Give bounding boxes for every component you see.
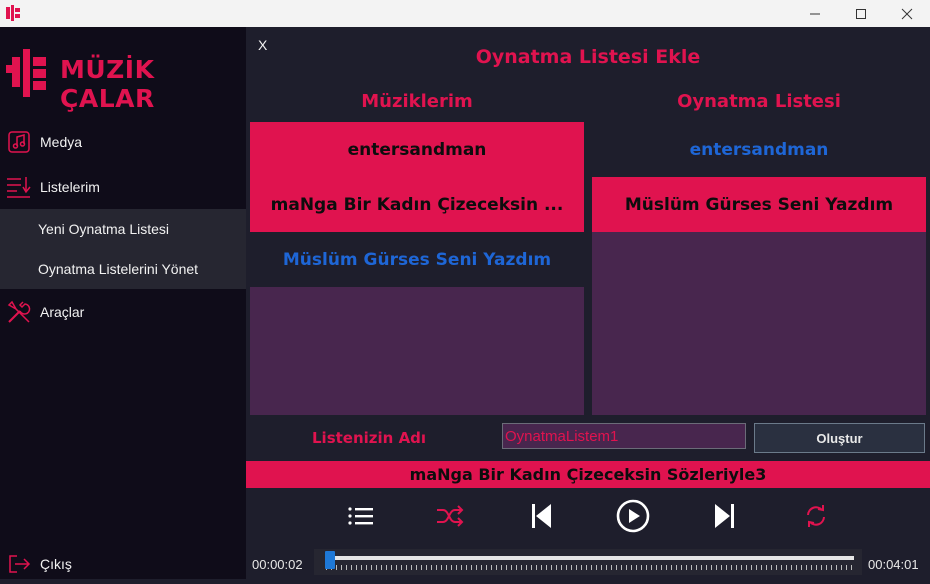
add-playlist-panel: X Oynatma Listesi Ekle Müziklerim Oynatm… [246,27,930,461]
panel-title: Oynatma Listesi Ekle [475,46,701,68]
list-item-title: Müslüm Gürses Seni Yazdım [624,194,894,215]
seek-ticks [326,565,854,570]
sidebar-item-listelerim[interactable]: Listelerim [0,167,246,207]
total-time: 00:04:01 [868,557,919,572]
sidebar-subitem-manage-playlists[interactable]: Oynatma Listelerini Yönet [0,249,246,289]
sidebar-subitem-label: Oynatma Listelerini Yönet [38,261,199,277]
sidebar-item-medya[interactable]: Medya [0,122,246,162]
playlist-heading: Oynatma Listesi [677,91,841,112]
sidebar-item-label: Listelerim [40,179,100,195]
list-icon [5,173,33,201]
list-item[interactable]: maNga Bir Kadın Çizeceksin ... [250,177,584,232]
logo-icon [6,49,46,97]
elapsed-time: 00:00:02 [252,557,303,572]
maximize-icon[interactable] [838,0,884,27]
list-item-title: Müslüm Gürses Seni Yazdım [282,249,552,270]
music-note-icon [5,128,33,156]
seek-thumb[interactable] [325,551,336,569]
now-playing-title: maNga Bir Kadın Çizeceksin Sözleriyle3 [246,461,930,488]
my-music-list[interactable]: entersandman maNga Bir Kadın Çizeceksin … [250,122,584,415]
create-button[interactable]: Oluştur [754,423,925,453]
list-item[interactable]: entersandman [250,122,584,177]
exit-label: Çıkış [40,556,72,572]
repeat-icon[interactable] [796,496,836,536]
playlist-name-input[interactable] [502,423,746,449]
previous-icon[interactable] [522,496,562,536]
sidebar: MÜZİK ÇALAR Medya Listelerim Yeni Oynatm… [0,27,246,579]
list-item[interactable]: entersandman [592,122,926,177]
my-music-heading: Müziklerim [361,91,473,112]
seek-slider[interactable] [314,549,862,575]
sidebar-subitem-label: Yeni Oynatma Listesi [38,221,169,237]
next-icon[interactable] [704,496,744,536]
list-item-title: entersandman [689,139,829,160]
app-title: MÜZİK ÇALAR [60,55,155,113]
exit-icon [5,550,33,578]
minimize-icon[interactable] [792,0,838,27]
app-icon [6,5,20,21]
title-bar [0,0,930,27]
exit-button[interactable]: Çıkış [0,544,246,584]
list-item[interactable]: Müslüm Gürses Seni Yazdım [592,177,926,232]
tools-icon [5,298,33,326]
list-item-title: entersandman [347,139,487,160]
seek-rail [326,556,854,560]
shuffle-icon[interactable] [430,496,470,536]
sidebar-item-label: Medya [40,134,83,150]
sidebar-item-label: Araçlar [40,304,85,320]
list-item[interactable]: Müslüm Gürses Seni Yazdım [250,232,584,287]
playlist-name-label: Listenizin Adı [312,429,427,447]
playlist-list[interactable]: entersandman Müslüm Gürses Seni Yazdım [592,122,926,415]
sidebar-item-araclar[interactable]: Araçlar [0,292,246,332]
player-controls: 00:00:02 00:04:01 [246,488,930,579]
play-icon[interactable] [613,496,653,536]
app-logo: MÜZİK ÇALAR [6,45,236,113]
sidebar-subitem-new-playlist[interactable]: Yeni Oynatma Listesi [0,209,246,249]
playlist-icon[interactable] [340,496,380,536]
list-item-title: maNga Bir Kadın Çizeceksin ... [270,194,564,215]
close-icon[interactable] [884,0,930,27]
